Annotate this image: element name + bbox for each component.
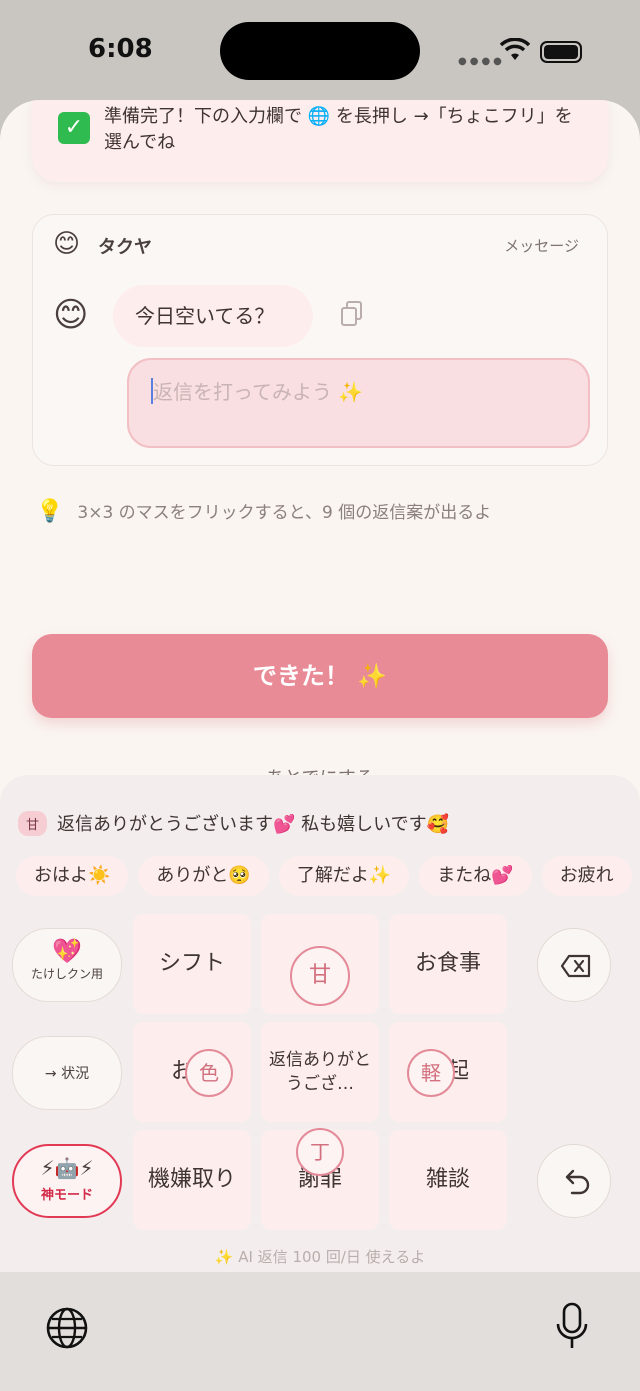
globe-icon[interactable] (45, 1306, 89, 1350)
dynamic-island (220, 22, 420, 80)
delete-button[interactable] (537, 928, 611, 1002)
ready-banner: ✓ 準備完了！下の入力欄で 🌐 を長押し →「ちょこフリ」を選んでね (32, 100, 608, 182)
heart-icon: 💖 (52, 937, 82, 965)
chip-arigato[interactable]: ありがと🥺 (138, 856, 269, 896)
situation-button[interactable]: → 状況 (12, 1036, 122, 1110)
chip-ohayo[interactable]: おはよ☀️ (16, 856, 129, 896)
grid-cell-kigen[interactable]: 機嫌取り (133, 1130, 251, 1230)
suggestion-bar[interactable]: 甘 返信ありがとうございます💕 私も嬉しいです🥰 (18, 810, 449, 836)
chip-ryokai[interactable]: 了解だよ✨ (278, 856, 410, 896)
banner-text: 準備完了！下の入力欄で 🌐 を長押し →「ちょこフリ」を選んでね (104, 106, 573, 153)
chat-card: 😊 タクヤ メッセージ 😊 今日空いてる？ 返信を打ってみよう ✨ (32, 214, 608, 466)
hint: 💡 3×3 のマスをフリックすると、9 個の返信案が出るよ (36, 498, 491, 524)
system-keyboard-bar (0, 1272, 640, 1391)
profile-label: たけしクン用 (30, 967, 103, 981)
ai-quota-text: ✨ AI 返信 100 回/日 使えるよ (214, 1248, 426, 1266)
incoming-message: 今日空いてる？ (113, 285, 313, 347)
undo-icon (565, 1169, 590, 1195)
copy-icon[interactable] (341, 301, 363, 327)
backspace-icon (560, 954, 591, 978)
battery-icon (540, 41, 582, 63)
microphone-icon[interactable] (554, 1302, 590, 1352)
flick-badge-left: 色 (185, 1049, 233, 1097)
suggestion-tag: 甘 (18, 810, 48, 836)
status-bar: 6:08 ●●●● (0, 0, 640, 100)
contact-emoji: 😊 (53, 229, 81, 259)
message-type-label: メッセージ (504, 237, 579, 255)
wifi-icon (500, 38, 530, 60)
quick-chips: おはよ☀️ ありがと🥺 了解だよ✨ またね💕 お疲れ (16, 856, 632, 896)
status-time: 6:08 (88, 34, 153, 64)
reply-input[interactable]: 返信を打ってみよう ✨ (127, 358, 590, 448)
chip-otsukare[interactable]: お疲れ (541, 856, 632, 896)
flick-badge-bottom: 丁 (296, 1128, 344, 1176)
avatar: 😊 (53, 295, 89, 335)
grid-cell-meal[interactable]: お食事 (389, 914, 507, 1014)
undo-button[interactable] (537, 1144, 611, 1218)
grid-cell-shift[interactable]: シフト (133, 914, 251, 1014)
grid-cell-chat[interactable]: 雑談 (389, 1130, 507, 1230)
signal-icon: ●●●● (458, 56, 505, 67)
flick-badge-top: 甘 (290, 946, 350, 1006)
god-mode-button[interactable]: ⚡🤖⚡ 神モード (12, 1144, 122, 1218)
hint-text: 3×3 のマスをフリックすると、9 個の返信案が出るよ (77, 503, 492, 523)
situation-label: → 状況 (44, 1066, 90, 1082)
grid-cell-center[interactable]: 返信ありがとうござ… (261, 1022, 379, 1122)
robot-icon: ⚡🤖⚡ (40, 1156, 94, 1180)
chip-matane[interactable]: またね💕 (419, 856, 532, 896)
done-button[interactable]: できた！ ✨ (32, 634, 608, 718)
contact-name: タクヤ (98, 237, 152, 258)
flick-badge-right: 軽 (407, 1049, 455, 1097)
bulb-icon: 💡 (36, 499, 64, 524)
god-mode-label: 神モード (40, 1188, 93, 1203)
suggestion-text: 返信ありがとうございます💕 私も嬉しいです🥰 (57, 814, 450, 835)
check-icon: ✓ (58, 112, 90, 144)
profile-button[interactable]: 💖 たけしクン用 (12, 928, 122, 1002)
